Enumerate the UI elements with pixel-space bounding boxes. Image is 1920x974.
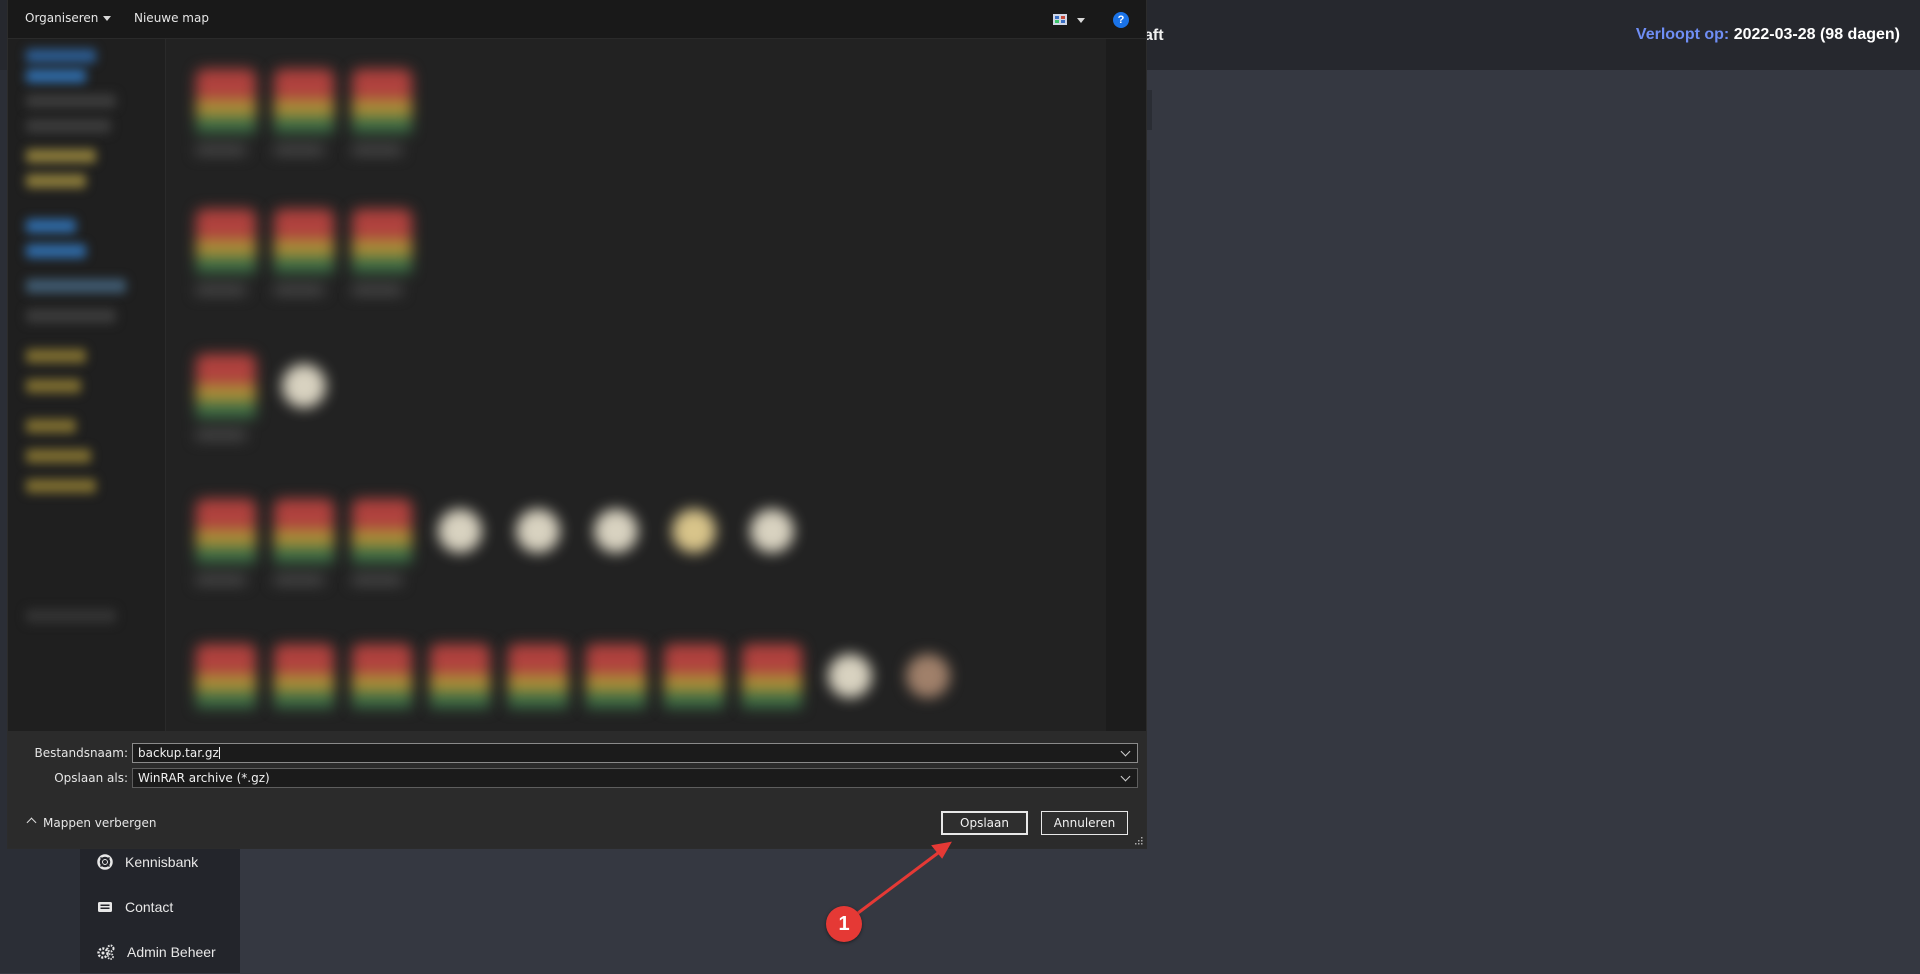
nav-item[interactable] bbox=[26, 244, 86, 258]
lifebuoy-icon bbox=[97, 854, 113, 870]
file-thumbnail[interactable] bbox=[586, 644, 646, 731]
file-thumbnail[interactable] bbox=[820, 654, 880, 731]
header-title: aft bbox=[1144, 27, 1164, 44]
nav-item[interactable] bbox=[26, 609, 116, 623]
filename-label: Bestandsnaam: bbox=[34, 746, 128, 760]
file-thumbnail[interactable] bbox=[196, 209, 256, 309]
filename-value: backup.tar.gz bbox=[138, 746, 219, 760]
resize-grip-icon[interactable] bbox=[1135, 837, 1143, 845]
hide-folders-label: Mappen verbergen bbox=[43, 816, 157, 830]
file-thumbnail[interactable] bbox=[664, 644, 724, 731]
annotation-badge: 1 bbox=[826, 906, 862, 942]
file-thumbnail[interactable] bbox=[352, 209, 412, 309]
file-list-pane[interactable] bbox=[166, 39, 1106, 731]
nav-item[interactable] bbox=[26, 149, 96, 163]
nav-item[interactable] bbox=[26, 49, 96, 63]
chevron-down-icon[interactable] bbox=[1120, 746, 1131, 757]
expiry-label: Verloopt op: bbox=[1635, 26, 1730, 43]
nav-item[interactable] bbox=[26, 279, 126, 293]
file-thumbnail[interactable] bbox=[898, 654, 958, 731]
nav-item[interactable] bbox=[26, 449, 91, 463]
filename-input[interactable]: backup.tar.gz bbox=[132, 743, 1138, 763]
nav-item[interactable] bbox=[26, 94, 116, 108]
file-thumbnail[interactable] bbox=[274, 209, 334, 309]
chevron-down-icon bbox=[103, 16, 112, 21]
file-thumbnail[interactable] bbox=[430, 509, 490, 609]
file-thumbnail[interactable] bbox=[742, 644, 802, 731]
sidebar-item-contact[interactable]: Contact bbox=[80, 885, 240, 929]
dialog-toolbar: Organiseren Nieuwe map ? bbox=[8, 0, 1146, 39]
chevron-down-icon[interactable] bbox=[1120, 771, 1131, 782]
file-thumbnail[interactable] bbox=[196, 354, 256, 454]
cogs-icon bbox=[97, 944, 115, 960]
nav-item[interactable] bbox=[26, 349, 86, 363]
expiry-info: Verloopt op: 2022-03-28 (98 dagen) bbox=[1636, 26, 1900, 44]
new-folder-button[interactable]: Nieuwe map bbox=[134, 11, 209, 25]
file-thumbnail[interactable] bbox=[196, 499, 256, 599]
file-thumbnail[interactable] bbox=[664, 509, 724, 609]
nav-item[interactable] bbox=[26, 309, 116, 323]
help-icon[interactable]: ? bbox=[1113, 12, 1129, 28]
save-as-type-value: WinRAR archive (*.gz) bbox=[138, 771, 270, 785]
nav-item[interactable] bbox=[26, 219, 76, 233]
nav-item[interactable] bbox=[26, 174, 86, 188]
view-options-icon[interactable] bbox=[1052, 12, 1092, 28]
file-thumbnail[interactable] bbox=[352, 69, 412, 169]
sidebar-item-admin-beheer[interactable]: Admin Beheer bbox=[80, 930, 240, 974]
nav-item[interactable] bbox=[26, 69, 86, 83]
save-as-type-label: Opslaan als: bbox=[54, 771, 128, 785]
file-thumbnail[interactable] bbox=[196, 644, 256, 731]
nav-item[interactable] bbox=[26, 419, 76, 433]
expiry-value: 2022-03-28 (98 dagen) bbox=[1733, 26, 1900, 43]
file-thumbnail[interactable] bbox=[274, 644, 334, 731]
dialog-footer: Bestandsnaam: backup.tar.gz Opslaan als:… bbox=[8, 731, 1146, 848]
file-thumbnail[interactable] bbox=[586, 509, 646, 609]
file-thumbnail[interactable] bbox=[742, 509, 802, 609]
organise-label: Organiseren bbox=[25, 11, 99, 25]
file-thumbnail[interactable] bbox=[352, 499, 412, 599]
hide-folders-toggle[interactable]: Mappen verbergen bbox=[20, 816, 157, 830]
file-thumbnail[interactable] bbox=[352, 644, 412, 731]
navigation-pane[interactable] bbox=[8, 39, 166, 731]
organise-button[interactable]: Organiseren bbox=[25, 11, 112, 25]
file-thumbnail[interactable] bbox=[196, 69, 256, 169]
nav-item[interactable] bbox=[26, 379, 81, 393]
contact-card-icon bbox=[98, 902, 112, 912]
file-thumbnail[interactable] bbox=[508, 644, 568, 731]
file-thumbnail[interactable] bbox=[274, 69, 334, 169]
sidebar-item-label: Kennisbank bbox=[125, 854, 199, 870]
file-thumbnail[interactable] bbox=[274, 364, 334, 464]
save-as-type-select[interactable]: WinRAR archive (*.gz) bbox=[132, 768, 1138, 788]
nav-item[interactable] bbox=[26, 119, 111, 133]
sidebar-item-label: Admin Beheer bbox=[127, 944, 216, 960]
cancel-button[interactable]: Annuleren bbox=[1041, 811, 1128, 835]
chevron-up-icon bbox=[26, 817, 37, 828]
file-thumbnail[interactable] bbox=[508, 509, 568, 609]
save-dialog: Organiseren Nieuwe map ? Bestandsnaam: b… bbox=[8, 0, 1146, 848]
sidebar-item-label: Contact bbox=[125, 899, 174, 915]
save-button[interactable]: Opslaan bbox=[941, 811, 1028, 835]
file-thumbnail[interactable] bbox=[274, 499, 334, 599]
nav-item[interactable] bbox=[26, 479, 96, 493]
scrollbar[interactable] bbox=[1106, 39, 1146, 731]
file-thumbnail[interactable] bbox=[430, 644, 490, 731]
